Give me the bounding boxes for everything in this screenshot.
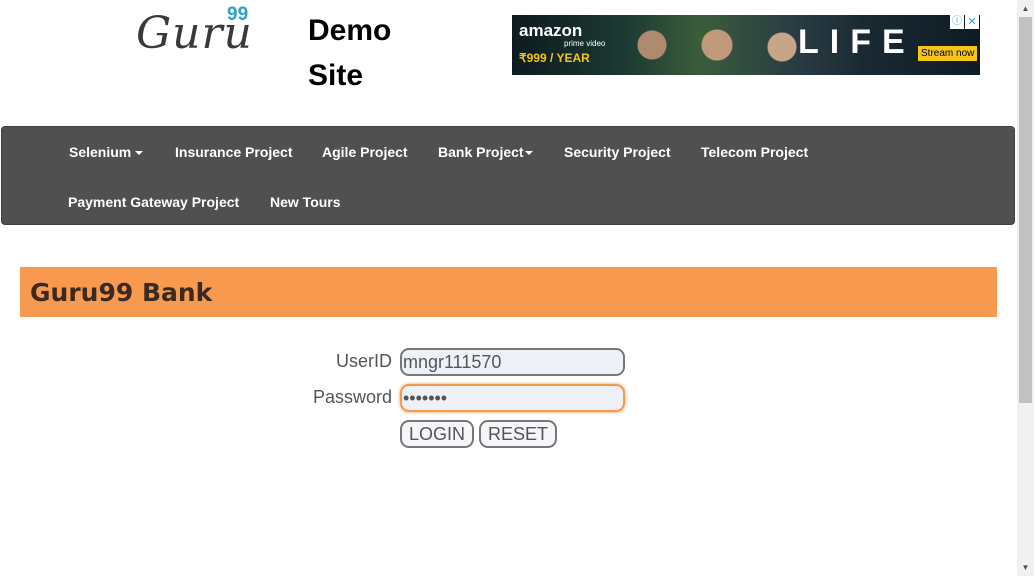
userid-label: UserID: [335, 351, 392, 371]
bank-banner: Guru99 Bank: [20, 267, 997, 317]
nav-payment-gateway-project[interactable]: Payment Gateway Project: [68, 194, 239, 210]
password-label: Password: [312, 387, 392, 407]
adchoices-icon[interactable]: ⓘ: [950, 15, 964, 29]
nav-selenium-dropdown[interactable]: Selenium: [69, 144, 144, 160]
caret-down-icon: [524, 151, 533, 156]
ad-price-value: ₹999: [519, 51, 547, 65]
reset-button[interactable]: RESET: [479, 420, 557, 448]
userid-input[interactable]: [400, 348, 625, 376]
nav-telecom-project[interactable]: Telecom Project: [701, 144, 808, 160]
ad-subbrand: prime video: [564, 39, 606, 48]
login-button[interactable]: LOGIN: [400, 420, 474, 448]
nav-insurance-project[interactable]: Insurance Project: [175, 144, 293, 160]
nav-bank-project-dropdown[interactable]: Bank Project: [438, 144, 533, 160]
nav-new-tours[interactable]: New Tours: [270, 194, 341, 210]
site-title-line2: Site: [308, 59, 364, 92]
nav-agile-project[interactable]: Agile Project: [322, 144, 408, 160]
ad-title: LIFE: [798, 23, 916, 61]
scroll-up-arrow-icon[interactable]: ▲: [1017, 0, 1034, 17]
nav-security-project[interactable]: Security Project: [564, 144, 671, 160]
vertical-scrollbar[interactable]: ▲ ▼: [1017, 0, 1034, 576]
ad-cta-button[interactable]: Stream now: [918, 46, 978, 61]
logo-superscript: 99: [227, 4, 249, 25]
caret-down-icon: [135, 151, 144, 156]
site-title-line1: Demo: [308, 14, 392, 47]
ad-price: ₹999 / YEAR: [519, 51, 590, 65]
main-navbar: Selenium Insurance Project Agile Project…: [1, 126, 1015, 225]
scroll-down-arrow-icon[interactable]: ▼: [1017, 559, 1034, 576]
ad-poster-image: [622, 15, 812, 75]
scrollbar-thumb[interactable]: [1019, 17, 1032, 403]
bank-title: Guru99 Bank: [30, 278, 213, 307]
password-input[interactable]: [400, 384, 625, 412]
ad-price-suffix: / YEAR: [550, 51, 590, 65]
ad-brand: amazon: [519, 21, 583, 40]
nav-bank-project-label: Bank Project: [438, 144, 524, 160]
site-title: Demo Site: [308, 8, 391, 98]
advertisement-banner[interactable]: amazon prime video ₹999 / YEAR LIFE Stre…: [512, 15, 980, 75]
close-ad-icon[interactable]: ✕: [965, 15, 979, 29]
nav-selenium-label: Selenium: [69, 144, 132, 160]
